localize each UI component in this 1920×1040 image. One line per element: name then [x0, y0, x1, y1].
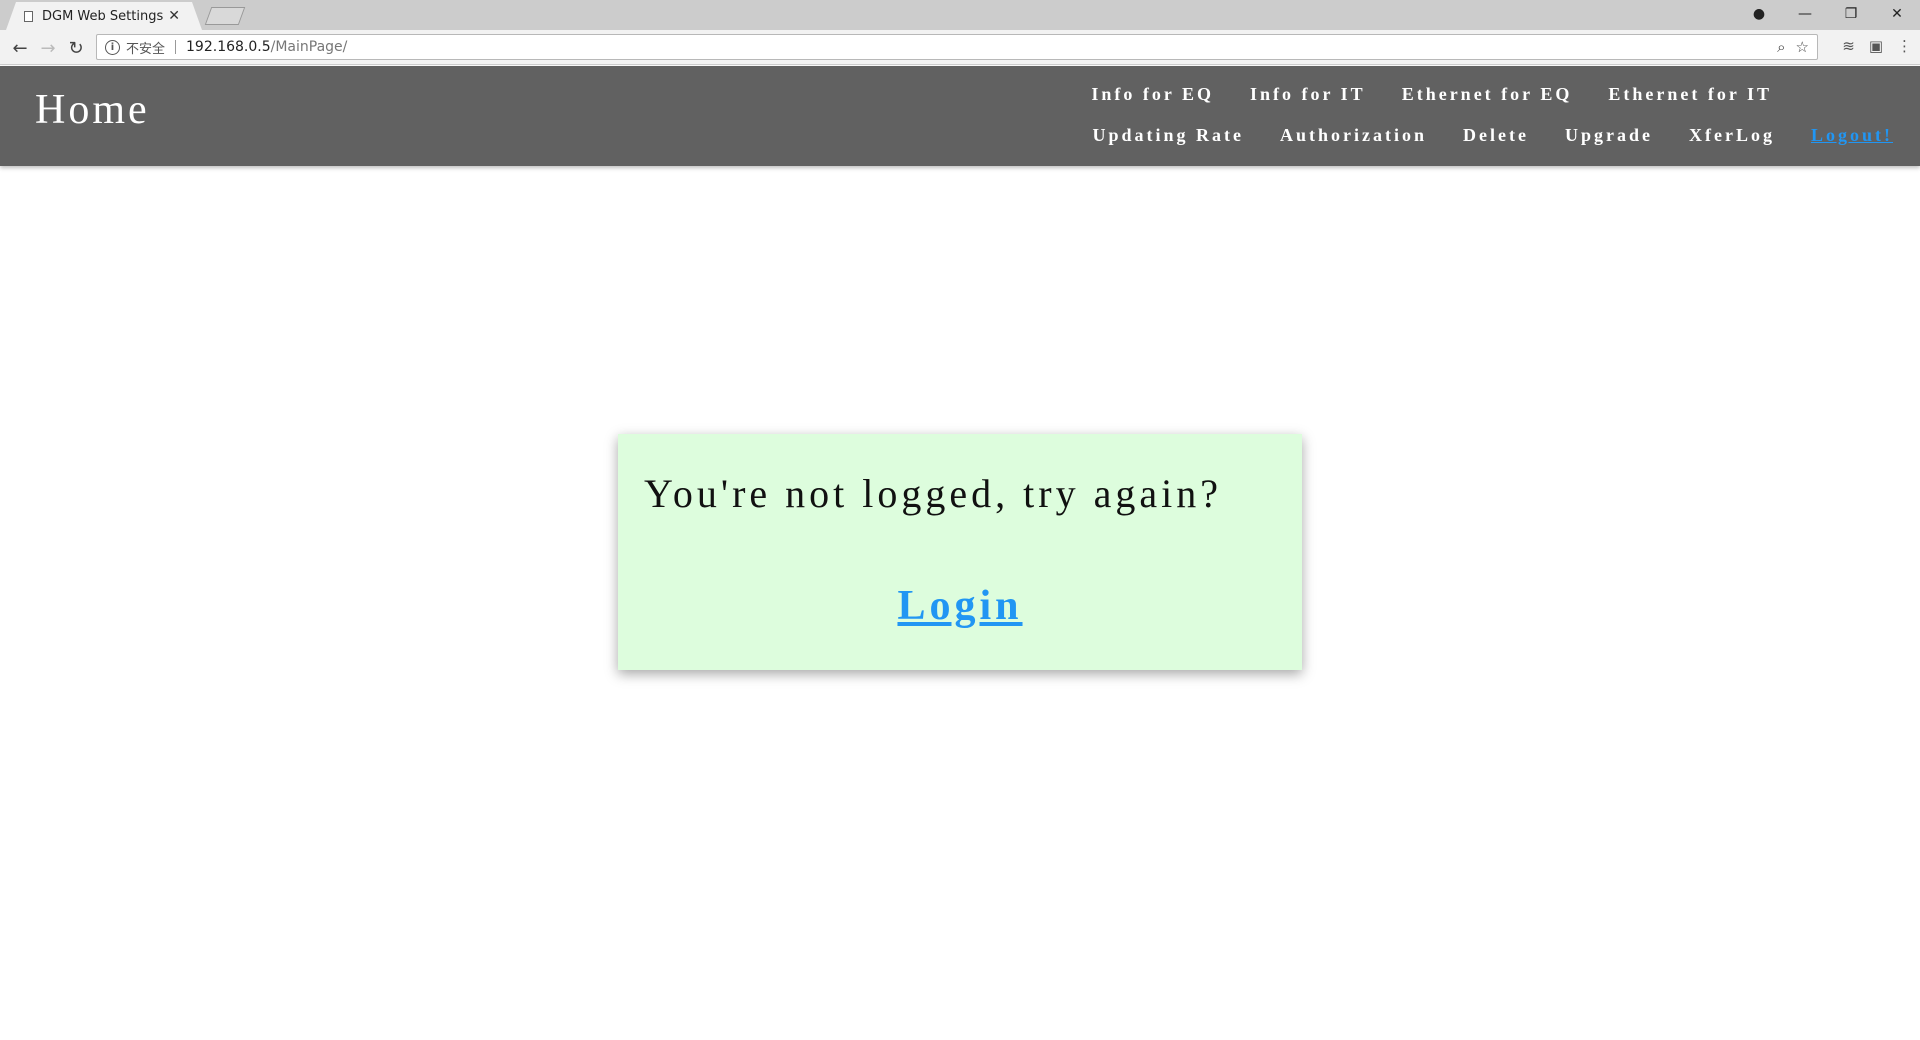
minimize-button[interactable]: —	[1782, 0, 1828, 28]
nav-upgrade[interactable]: Upgrade	[1565, 125, 1653, 146]
nav-ethernet-it[interactable]: Ethernet for IT	[1608, 84, 1772, 105]
browser-tab-strip: DGM Web Settings ✕ ● — ❐ ✕	[0, 0, 1920, 30]
info-icon[interactable]: i	[105, 39, 120, 55]
tab-title: DGM Web Settings	[42, 8, 164, 24]
extension-icon[interactable]: ≋	[1842, 37, 1855, 55]
nav-row-top: Info for EQ Info for IT Ethernet for EQ …	[1055, 84, 1772, 105]
reload-icon[interactable]: ↻	[64, 36, 88, 60]
login-prompt-card: You're not logged, try again? Login	[618, 434, 1302, 670]
nav-info-eq[interactable]: Info for EQ	[1091, 84, 1214, 105]
bookmark-star-icon[interactable]: ☆	[1796, 38, 1809, 56]
restore-button[interactable]: ❐	[1828, 0, 1874, 28]
url-host: 192.168.0.5	[186, 39, 271, 55]
login-link[interactable]: Login	[618, 582, 1302, 630]
site-header: Home Info for EQ Info for IT Ethernet fo…	[0, 66, 1920, 166]
close-window-button[interactable]: ✕	[1874, 0, 1920, 28]
zoom-icon[interactable]: ⌕	[1777, 38, 1785, 56]
separator	[175, 40, 177, 54]
page-icon	[24, 10, 33, 22]
url-text[interactable]: 192.168.0.5/MainPage/	[186, 39, 347, 55]
nav-delete[interactable]: Delete	[1463, 125, 1529, 146]
close-tab-icon[interactable]: ✕	[168, 8, 180, 24]
back-arrow-icon[interactable]: ←	[8, 36, 32, 60]
extension-icons: ≋ ▣ ⋮	[1842, 37, 1912, 55]
browser-tab[interactable]: DGM Web Settings ✕	[6, 2, 202, 30]
forward-arrow-icon[interactable]: →	[36, 36, 60, 60]
menu-icon[interactable]: ⋮	[1897, 37, 1912, 55]
address-bar[interactable]: i 不安全 192.168.0.5/MainPage/ ⌕ ☆	[96, 34, 1818, 60]
not-logged-message: You're not logged, try again?	[644, 471, 1222, 516]
nav-ethernet-eq[interactable]: Ethernet for EQ	[1402, 84, 1573, 105]
url-path: /MainPage/	[270, 39, 348, 55]
site-title[interactable]: Home	[35, 86, 150, 134]
profile-icon[interactable]: ●	[1736, 0, 1782, 28]
security-label: 不安全	[126, 41, 166, 57]
browser-toolbar: ← → ↻ i 不安全 192.168.0.5/MainPage/ ⌕ ☆ ≋ …	[0, 30, 1920, 65]
cast-icon[interactable]: ▣	[1869, 37, 1883, 55]
nav-xferlog[interactable]: XferLog	[1689, 125, 1775, 146]
nav-info-it[interactable]: Info for IT	[1250, 84, 1366, 105]
nav-updating-rate[interactable]: Updating Rate	[1093, 125, 1245, 146]
nav-authorization[interactable]: Authorization	[1280, 125, 1427, 146]
window-controls: ● — ❐ ✕	[1736, 0, 1920, 28]
logout-link[interactable]: Logout!	[1811, 125, 1893, 146]
new-tab-button[interactable]	[204, 7, 246, 25]
nav-row-bottom: Updating Rate Authorization Delete Upgra…	[1057, 125, 1893, 146]
